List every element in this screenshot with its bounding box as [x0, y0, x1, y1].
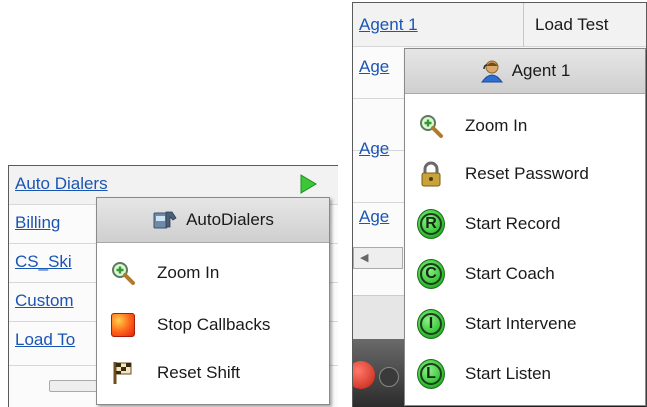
row-link-agent-1[interactable]: Agent 1	[359, 15, 418, 35]
menu-item-start-record[interactable]: R Start Record	[405, 199, 645, 249]
row-link-auto-dialers[interactable]: Auto Dialers	[15, 174, 108, 194]
menu-item-label: Reset Shift	[157, 363, 241, 382]
menu-item-zoom-in[interactable]: Zoom In	[405, 101, 645, 151]
scroll-left-icon[interactable]: ◀	[360, 251, 368, 264]
menu-item-start-listen[interactable]: L Start Listen	[405, 349, 645, 399]
menu-item-start-intervene[interactable]: I Start Intervene	[405, 299, 645, 349]
context-menu-header: Agent 1	[405, 49, 645, 94]
agent-context-menu: Agent 1 Zoom In Reset Password R Start R…	[404, 48, 646, 406]
row-link-agent[interactable]: Age	[359, 207, 389, 227]
menu-item-label: Stop Callbacks	[157, 315, 271, 334]
menu-item-reset-shift[interactable]: Reset Shift	[97, 348, 329, 398]
play-icon[interactable]	[299, 174, 317, 194]
horizontal-scrollbar[interactable]: ◀	[353, 247, 403, 269]
row-link-agent[interactable]: Age	[359, 57, 389, 77]
menu-item-reset-password[interactable]: Reset Password	[405, 149, 645, 199]
coach-icon: C	[417, 259, 445, 289]
row-link-billing[interactable]: Billing	[15, 213, 60, 233]
column-cell: Load Test	[535, 15, 609, 34]
icon-letter: R	[420, 213, 442, 235]
context-menu-title: AutoDialers	[186, 210, 274, 229]
menu-item-label: Reset Password	[465, 164, 589, 183]
row-link-load[interactable]: Load To	[15, 330, 75, 350]
menu-item-label: Zoom In	[157, 263, 220, 282]
autodialer-icon	[153, 211, 177, 229]
dropdown-icon[interactable]	[379, 367, 399, 387]
table-row[interactable]: Agent 1 Load Test	[353, 3, 646, 47]
menu-item-start-coach[interactable]: C Start Coach	[405, 249, 645, 299]
menu-item-stop-callbacks[interactable]: Stop Callbacks	[97, 300, 329, 350]
flag-icon	[109, 359, 137, 387]
context-menu-title: Agent 1	[511, 61, 571, 80]
icon-letter: C	[420, 263, 442, 285]
menu-item-zoom-in[interactable]: Zoom In	[97, 248, 329, 298]
zoom-in-icon	[109, 259, 137, 287]
zoom-in-icon	[417, 112, 445, 140]
autodialers-context-menu: AutoDialers Zoom In Stop Callbacks Reset…	[96, 197, 330, 405]
icon-letter: I	[420, 313, 442, 335]
agent-icon	[480, 60, 503, 83]
record-indicator-icon[interactable]	[353, 361, 375, 389]
row-link-cs-ski[interactable]: CS_Ski	[15, 252, 72, 272]
row-link-custom[interactable]: Custom	[15, 291, 74, 311]
intervene-icon: I	[417, 309, 445, 339]
context-menu-header: AutoDialers	[97, 198, 329, 243]
menu-item-label: Start Coach	[465, 264, 555, 283]
menu-item-label: Zoom In	[465, 116, 528, 135]
menu-item-label: Start Listen	[465, 364, 551, 383]
menu-item-label: Start Intervene	[465, 314, 577, 333]
menu-item-label: Start Record	[465, 214, 561, 233]
icon-letter: L	[420, 363, 442, 385]
lock-icon	[417, 160, 445, 188]
stop-icon	[109, 311, 137, 339]
listen-icon: L	[417, 359, 445, 389]
record-icon: R	[417, 209, 445, 239]
